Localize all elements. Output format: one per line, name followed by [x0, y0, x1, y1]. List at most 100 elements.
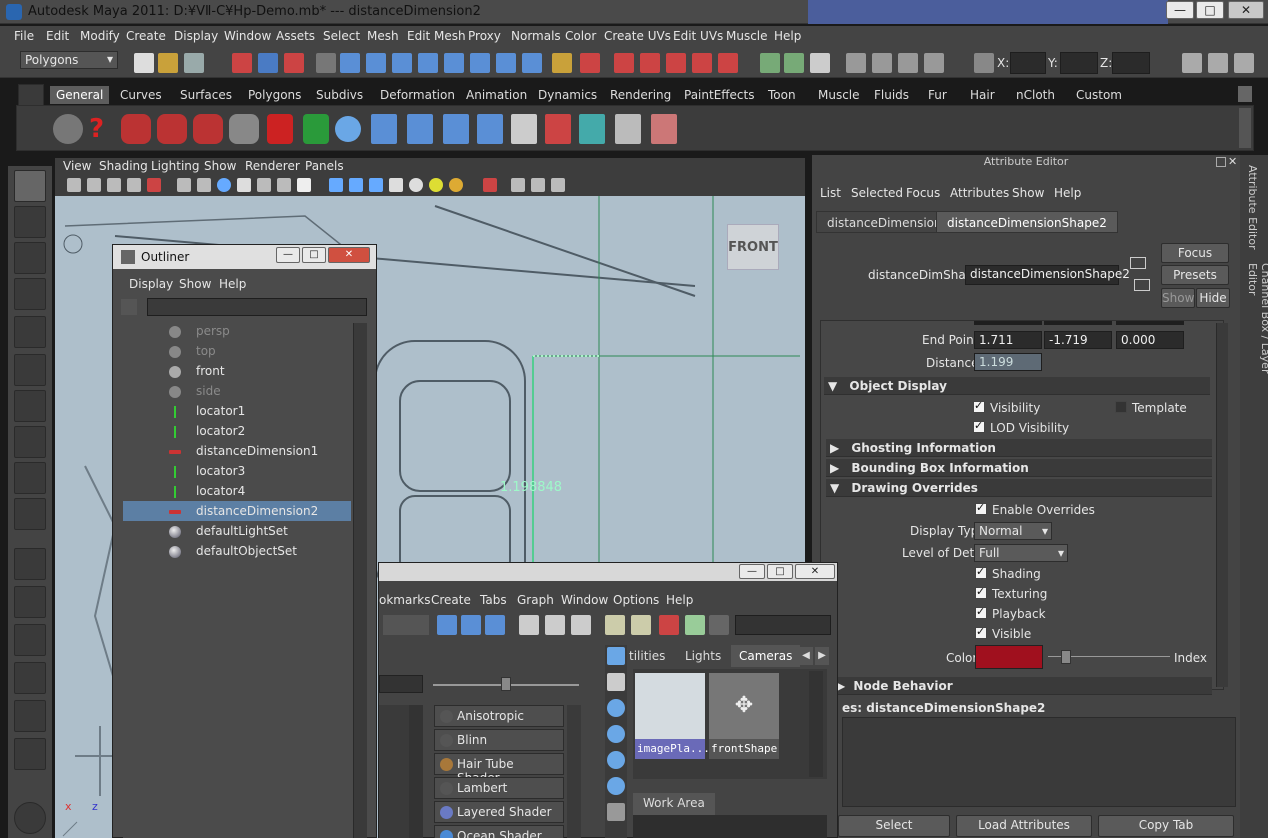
hs-sphere-icon[interactable]	[607, 777, 625, 795]
hs-search-field[interactable]	[735, 615, 831, 635]
textured-icon[interactable]	[389, 178, 403, 192]
marking-menu-icon[interactable]	[898, 53, 918, 73]
ae-menu-selected[interactable]: Selected	[851, 186, 903, 200]
trash-icon[interactable]	[1238, 86, 1252, 102]
display-type-dropdown[interactable]: Normal ▾	[974, 522, 1052, 540]
camera-aim-icon[interactable]	[157, 114, 187, 144]
notes-text-area[interactable]	[842, 717, 1236, 807]
hs-menu-bookmarks[interactable]: okmarks	[379, 593, 430, 607]
ae-menu-attributes[interactable]: Attributes	[950, 186, 1009, 200]
sphere-icon[interactable]	[335, 116, 361, 142]
options-icon[interactable]	[924, 53, 944, 73]
front-shape-thumb-label[interactable]: frontShape	[709, 739, 779, 759]
grid-icon[interactable]	[177, 178, 191, 192]
shelf-tab-painteffects[interactable]: PaintEffects	[678, 86, 760, 104]
hs-toolbar-icons[interactable]	[383, 615, 429, 635]
distance-field[interactable]: 1.199	[974, 353, 1042, 371]
playback-checkbox[interactable]	[975, 605, 987, 619]
camera-grey-icon[interactable]	[229, 114, 259, 144]
menu-proxy[interactable]: Proxy	[468, 29, 501, 43]
skin-detach-icon[interactable]	[477, 114, 503, 144]
section-bounding-box[interactable]: ▶ Bounding Box Information	[826, 459, 1212, 477]
four-view-layout-icon[interactable]	[14, 586, 46, 618]
menu-select[interactable]: Select	[323, 29, 360, 43]
hs-view-icon[interactable]	[607, 647, 625, 665]
end-point-z-field[interactable]: 0.000	[1116, 331, 1184, 349]
snap-grid-icon[interactable]	[340, 53, 360, 73]
menuset-dropdown[interactable]: Polygons ▾	[20, 51, 118, 69]
scale-tool-icon[interactable]	[14, 354, 46, 386]
menu-muscle[interactable]: Muscle	[726, 29, 768, 43]
outliner-search-field[interactable]	[147, 298, 367, 316]
hs-list-icon[interactable]	[607, 673, 625, 691]
work-area-tab[interactable]: Work Area	[633, 793, 715, 815]
hs-layout-icon[interactable]	[605, 615, 625, 635]
curve-editor-icon[interactable]	[511, 114, 537, 144]
menu-mesh[interactable]: Mesh	[367, 29, 399, 43]
image-plane-icon[interactable]	[127, 178, 141, 192]
section-ghosting[interactable]: ▶ Ghosting Information	[826, 439, 1212, 457]
xray-joints-icon[interactable]	[531, 178, 545, 192]
dope-sheet-layout-icon[interactable]	[14, 738, 46, 770]
color-index-slider-handle[interactable]	[1061, 650, 1071, 664]
float-panel-icon[interactable]	[1216, 157, 1226, 167]
material-lambert[interactable]: Lambert	[434, 777, 564, 799]
wireframe-icon[interactable]	[329, 178, 343, 192]
shelf-tab-rendering[interactable]: Rendering	[604, 86, 677, 104]
attr-editor-toggle-icon[interactable]	[810, 53, 830, 73]
help-question-icon[interactable]	[522, 53, 542, 73]
material-layered-shader[interactable]: Layered Shader	[434, 801, 564, 823]
menu-edit-mesh[interactable]: Edit Mesh	[407, 29, 466, 43]
node-name-field[interactable]: distanceDimensionShape2	[965, 265, 1130, 285]
view-cube-front[interactable]: FRONT	[727, 224, 779, 270]
y-field[interactable]	[1060, 52, 1098, 74]
paint-icon[interactable]	[872, 53, 892, 73]
texturing-checkbox[interactable]	[975, 585, 987, 599]
safe-title-icon[interactable]	[297, 178, 311, 192]
visible-checkbox[interactable]	[975, 625, 987, 639]
menu-help[interactable]: Help	[774, 29, 801, 43]
image-plane-thumb-label[interactable]: imagePla...	[635, 739, 710, 759]
outliner-menu-display[interactable]: Display	[129, 277, 173, 291]
hs-tree-scrollbar[interactable]	[409, 705, 423, 838]
ae-menu-help[interactable]: Help	[1054, 186, 1081, 200]
snap-curve-icon[interactable]	[366, 53, 386, 73]
move-arrows-icon[interactable]: ✥	[709, 673, 779, 739]
menu-file[interactable]: File	[14, 29, 34, 43]
shelf-tab-ncloth[interactable]: nCloth	[1010, 86, 1061, 104]
shelf-tab-surfaces[interactable]: Surfaces	[174, 86, 238, 104]
new-scene-icon[interactable]	[134, 53, 154, 73]
material-anisotropic[interactable]: Anisotropic	[434, 705, 564, 727]
shelf-tab-hair[interactable]: Hair	[964, 86, 1001, 104]
cube-icon[interactable]	[615, 114, 641, 144]
move-tool-icon[interactable]	[14, 278, 46, 310]
select-hierarchy-icon[interactable]	[232, 53, 252, 73]
snap-point-icon[interactable]	[392, 53, 412, 73]
list-item-top[interactable]: top	[123, 341, 351, 361]
soft-mod-tool-icon[interactable]	[14, 426, 46, 458]
show-button[interactable]: Show	[1161, 288, 1195, 308]
smooth-shade-icon[interactable]	[349, 178, 363, 192]
vp-menu-renderer[interactable]: Renderer	[245, 159, 300, 173]
end-point-x-field[interactable]: 1.711	[974, 331, 1042, 349]
ipr-render-icon[interactable]	[666, 53, 686, 73]
hs-sphere-icon[interactable]	[607, 751, 625, 769]
x-field[interactable]	[1010, 52, 1046, 74]
outliner-close-button[interactable]: ✕	[328, 247, 370, 263]
show-manipulator-icon[interactable]	[14, 462, 46, 494]
lock-icon[interactable]	[552, 53, 572, 73]
hs-menu-create[interactable]: Create	[431, 593, 471, 607]
section-node-behavior[interactable]: ▶ Node Behavior	[832, 677, 1212, 695]
shelf-scroll-arrows[interactable]	[1239, 108, 1251, 148]
ae-tab-distance-dimension-shape[interactable]: distanceDimensionShape2	[936, 211, 1118, 233]
outliner-minimize-button[interactable]: —	[276, 247, 300, 263]
hardware-render-icon[interactable]	[579, 114, 605, 144]
snap-plane-icon[interactable]	[418, 53, 438, 73]
hide-button[interactable]: Hide	[1196, 288, 1230, 308]
menu-display[interactable]: Display	[174, 29, 218, 43]
construction-history-icon[interactable]	[614, 53, 634, 73]
isolate-select-icon[interactable]	[483, 178, 497, 192]
hs-output-icon[interactable]	[571, 615, 591, 635]
select-highlight-icon[interactable]	[580, 53, 600, 73]
hs-size-slider-handle[interactable]	[501, 677, 511, 691]
